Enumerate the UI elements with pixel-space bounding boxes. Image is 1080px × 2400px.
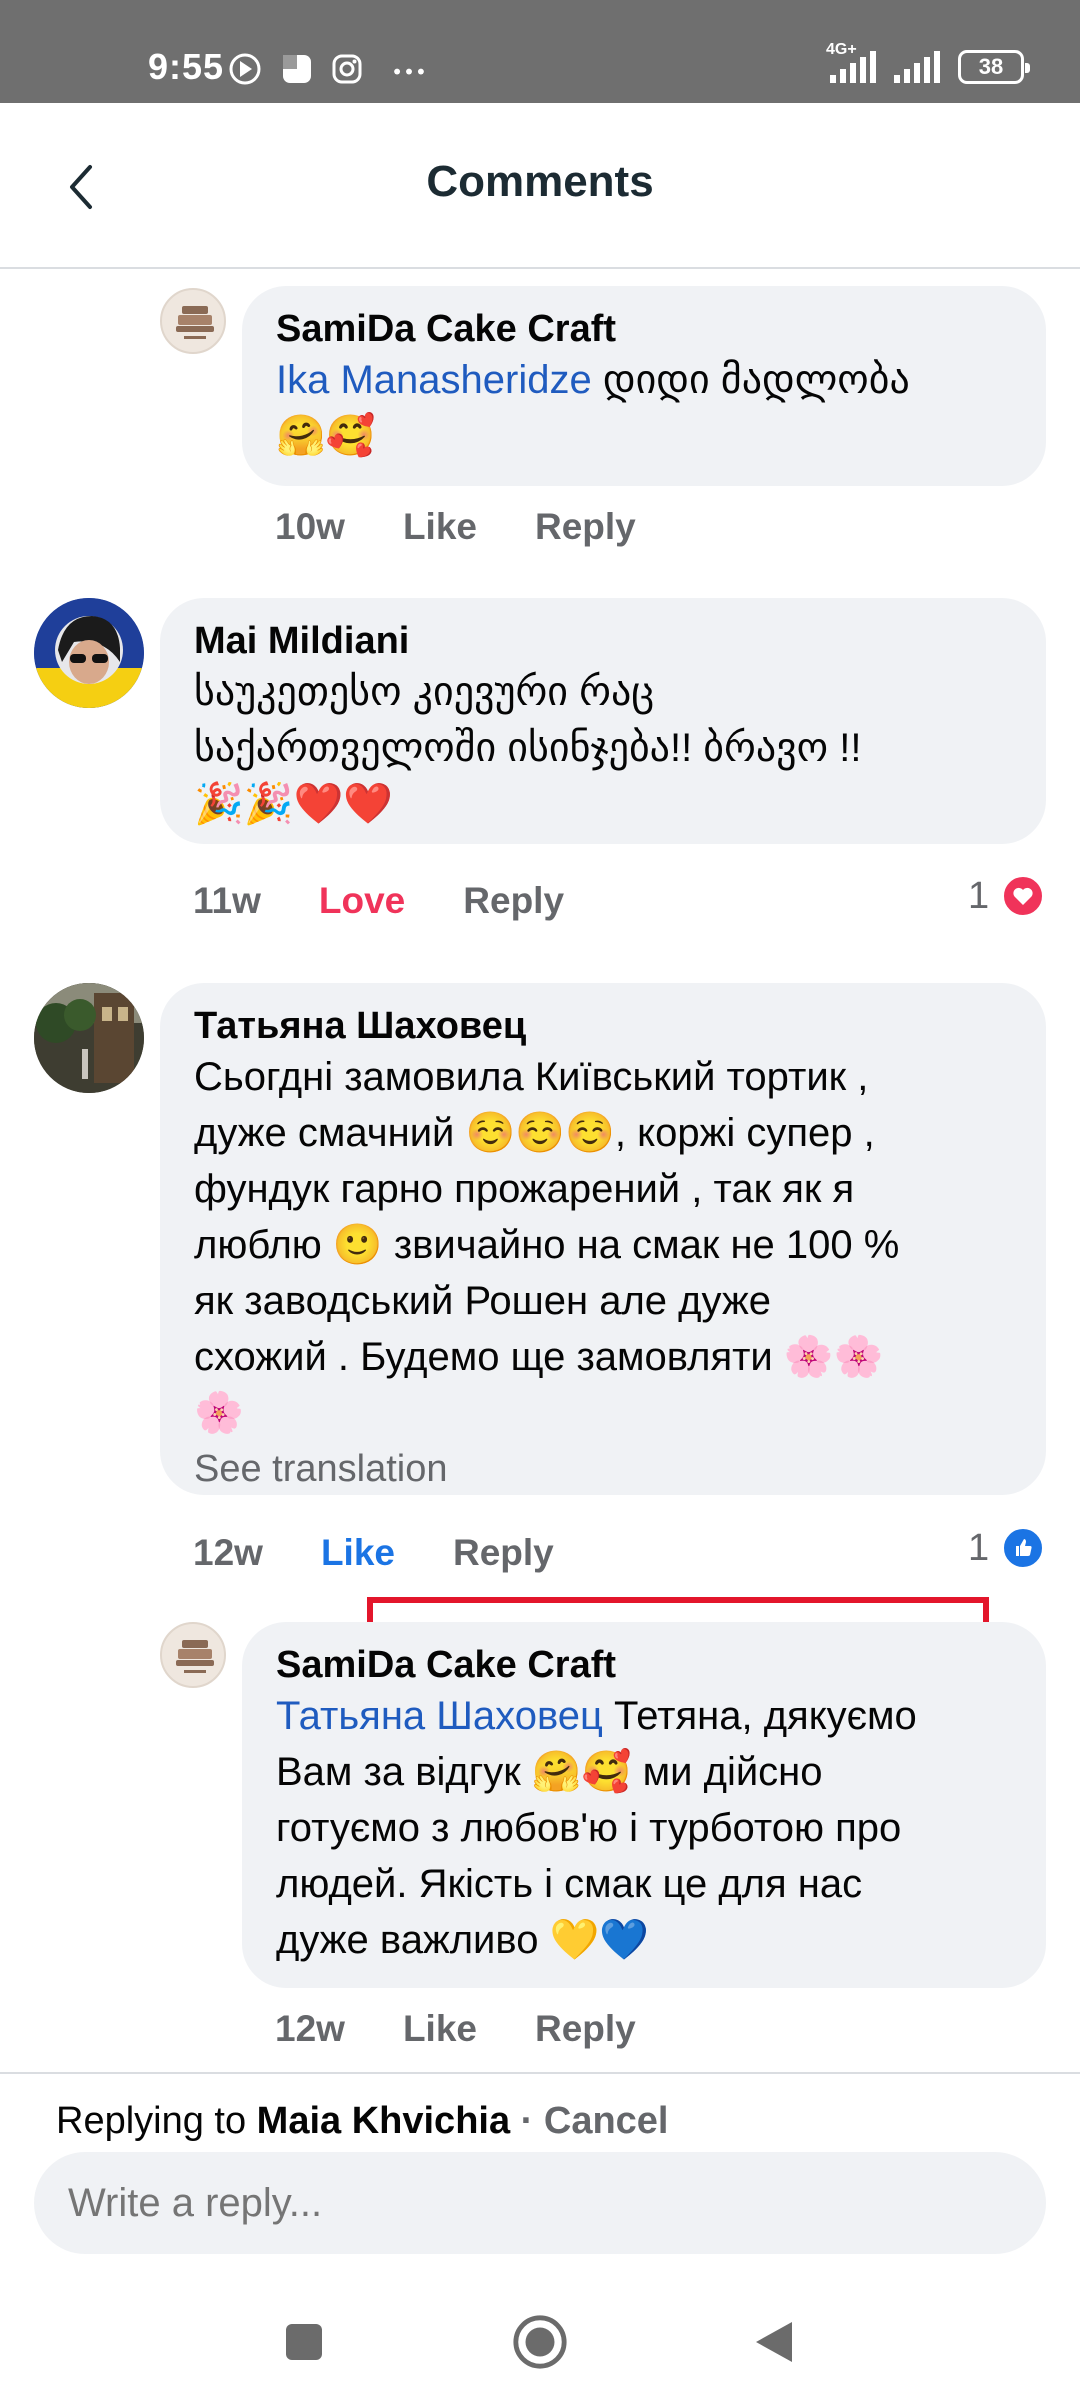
comment-line: საქართველოში ისინჯება!! ბრავო !! — [194, 726, 862, 770]
comment-line: схожий . Будемо ще замовляти 🌸🌸 — [194, 1335, 884, 1379]
home-circle-icon — [513, 2315, 567, 2369]
comment-bubble[interactable]: SamiDa Cake Craft Татьяна Шаховец Тетяна… — [242, 1622, 1046, 1988]
comment-text: საუკეთესო კიევური რაც საქართველოში ისინჯ… — [194, 664, 1012, 832]
page-title: Comments — [426, 157, 654, 206]
battery-level: 38 — [978, 54, 1004, 79]
comment-author[interactable]: SamiDa Cake Craft — [276, 306, 1012, 352]
comment-line: საუკეთესო კიევური რაც — [194, 670, 655, 714]
comment-bubble[interactable]: SamiDa Cake Craft Ika Manasheridze დიდი … — [242, 286, 1046, 486]
like-button[interactable]: Like — [321, 1532, 395, 1574]
comment-author[interactable]: Mai Mildiani — [194, 618, 1012, 664]
cancel-reply-button[interactable]: Cancel — [544, 2100, 669, 2142]
comment-actions: 12w Like Reply — [275, 2008, 636, 2050]
samida-logo-icon — [176, 306, 214, 339]
comment-time[interactable]: 11w — [193, 880, 261, 922]
reply-button[interactable]: Reply — [453, 1532, 554, 1574]
square-icon — [286, 2324, 322, 2360]
samida-logo-icon — [176, 1640, 214, 1673]
comment-time[interactable]: 12w — [193, 1532, 263, 1574]
reply-input[interactable] — [34, 2152, 1046, 2254]
comment-time[interactable]: 10w — [275, 506, 345, 548]
status-bar: 9:55 4G+ 38 — [0, 0, 1080, 103]
comment-line: дуже смачний ☺️☺️☺️, коржі супер , — [194, 1111, 875, 1155]
replying-prefix: Replying to — [56, 2100, 257, 2142]
see-translation-link[interactable]: See translation — [194, 1441, 1012, 1497]
back-button[interactable] — [744, 2312, 804, 2372]
comment-line: фундук гарно прожарений , так як я — [194, 1167, 855, 1211]
love-button[interactable]: Love — [319, 880, 405, 922]
comment-time[interactable]: 12w — [275, 2008, 345, 2050]
signal-4g-icon: 4G+ — [826, 41, 876, 83]
app-notification-icon — [283, 55, 311, 83]
avatar[interactable] — [34, 598, 144, 708]
comment-text: Ika Manasheridze დიდი მადლობა 🤗🥰 — [276, 352, 1012, 464]
comment-line: готуємо з любов'ю і турботою про — [276, 1806, 902, 1850]
more-notifications-icon — [394, 68, 424, 75]
comment-line: дуже важливо 💛💙 — [276, 1918, 650, 1962]
instagram-icon — [332, 54, 362, 84]
status-time: 9:55 — [148, 46, 225, 87]
reaction-count[interactable]: 1 — [968, 874, 1046, 918]
comment-line: людей. Якість і смак це для нас — [276, 1862, 863, 1906]
like-reaction-icon — [1001, 1526, 1046, 1570]
user-photo-icon — [34, 598, 144, 708]
comment-emoji: 🎉🎉❤️❤️ — [194, 782, 394, 826]
replying-to: Replying to Maia Khvichia · Cancel — [56, 2100, 669, 2143]
comment-line: як заводський Рошен але дуже — [194, 1279, 771, 1323]
comment-actions: 10w Like Reply — [275, 506, 636, 548]
reply-bar: Replying to Maia Khvichia · Cancel — [0, 2072, 1080, 2282]
comment-author[interactable]: SamiDa Cake Craft — [276, 1642, 1012, 1688]
comment-line: 🌸 — [194, 1391, 244, 1435]
pointer-icon — [229, 53, 261, 85]
comment-emoji: 🤗🥰 — [276, 414, 376, 458]
avatar[interactable] — [160, 1622, 226, 1688]
battery-icon: 38 — [958, 50, 1030, 84]
comment-line: Сьогдні замовила Київський тортик , — [194, 1055, 869, 1099]
comment-bubble[interactable]: Mai Mildiani საუკეთესო კიევური რაც საქარ… — [160, 598, 1046, 844]
comment-author[interactable]: Татьяна Шаховец — [194, 1003, 1012, 1049]
reaction-number: 1 — [968, 1526, 990, 1569]
mention-link[interactable]: Татьяна Шаховец — [276, 1694, 603, 1738]
avatar[interactable] — [34, 983, 144, 1093]
comment-body: დიდი მადლობა — [591, 358, 910, 402]
comment-line: люблю 🙂 звичайно на смак не 100 % — [194, 1223, 900, 1267]
reply-button[interactable]: Reply — [463, 880, 564, 922]
comment-bubble[interactable]: Татьяна Шаховец Сьогдні замовила Київськ… — [160, 983, 1046, 1495]
reply-button[interactable]: Reply — [535, 506, 636, 548]
like-button[interactable]: Like — [403, 2008, 477, 2050]
comment-actions: 11w Love Reply — [193, 880, 564, 922]
home-button[interactable] — [510, 2312, 570, 2372]
separator: · — [510, 2100, 544, 2142]
like-button[interactable]: Like — [403, 506, 477, 548]
comments-list[interactable]: SamiDa Cake Craft Ika Manasheridze დიდი … — [0, 270, 1080, 2070]
comment-actions: 12w Like Reply — [193, 1532, 554, 1574]
network-type: 4G+ — [826, 41, 857, 58]
avatar[interactable] — [160, 288, 226, 354]
reply-button[interactable]: Reply — [535, 2008, 636, 2050]
comment-text: Татьяна Шаховец Тетяна, дякуємо Вам за в… — [276, 1688, 1012, 1968]
love-reaction-icon — [1001, 874, 1046, 918]
comments-header: Comments — [0, 103, 1080, 269]
comment-line: Тетяна, дякуємо — [602, 1694, 917, 1738]
replying-name: Maia Khvichia — [256, 2100, 511, 2142]
user-photo-icon — [34, 983, 144, 1093]
recents-button[interactable] — [274, 2312, 334, 2372]
mention-link[interactable]: Ika Manasheridze — [276, 358, 592, 402]
comment-line: Вам за відгук 🤗🥰 ми дійсно — [276, 1750, 823, 1794]
signal-icon — [894, 51, 940, 83]
comment-text: Сьогдні замовила Київський тортик , дуже… — [194, 1049, 1012, 1441]
reaction-count[interactable]: 1 — [968, 1526, 1046, 1570]
back-triangle-icon — [756, 2322, 792, 2362]
reaction-number: 1 — [968, 874, 990, 917]
system-nav-bar — [0, 2282, 1080, 2400]
